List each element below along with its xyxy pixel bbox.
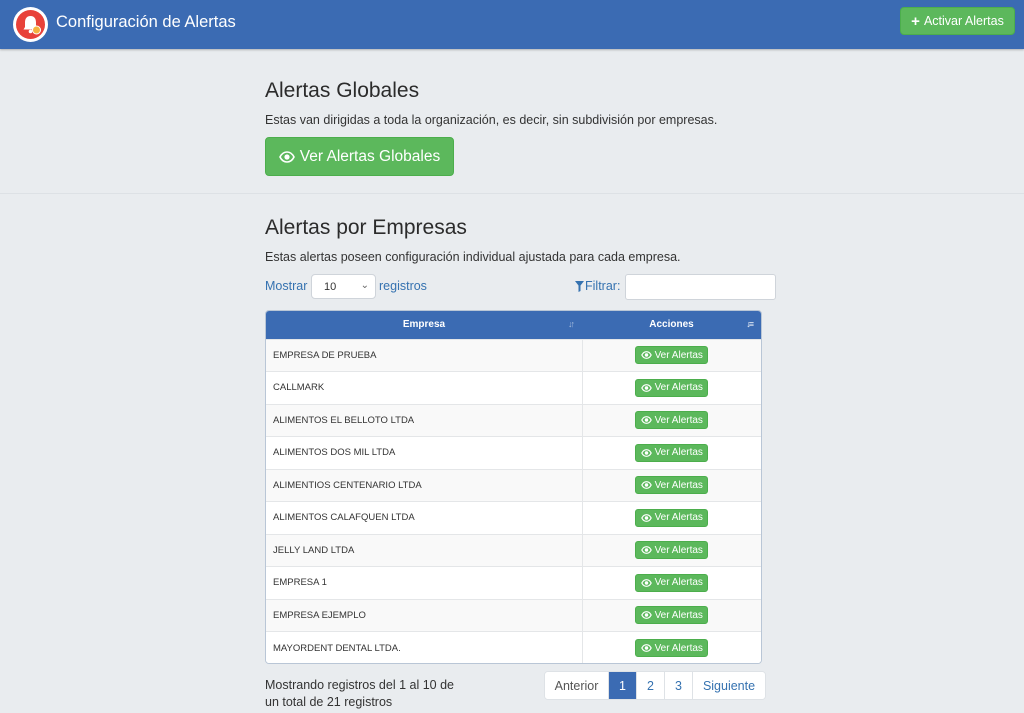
view-global-alerts-button[interactable]: Ver Alertas Globales xyxy=(265,137,454,176)
eye-icon xyxy=(640,383,652,392)
view-alerts-button[interactable]: Ver Alertas xyxy=(635,378,709,397)
sort-desc-icon: ↓≡ xyxy=(746,319,754,329)
eye-icon xyxy=(640,546,652,555)
page-length-select[interactable]: 10 ⌄ xyxy=(311,274,376,299)
app-logo xyxy=(13,7,48,42)
eye-icon xyxy=(640,351,652,360)
pagination-page-1[interactable]: 1 xyxy=(608,672,636,699)
actions-cell: Ver Alertas xyxy=(582,566,761,599)
company-name-cell: EMPRESA EJEMPLO xyxy=(266,598,583,632)
table-row: ALIMENTOS CALAFQUEN LTDA Ver Alertas xyxy=(266,501,761,534)
global-alerts-heading: Alertas Globales xyxy=(265,79,420,102)
section-divider xyxy=(0,193,1024,194)
pagination-page-2[interactable]: 2 xyxy=(636,672,664,699)
filter-input[interactable] xyxy=(625,274,776,300)
eye-icon xyxy=(640,416,652,425)
table-row: ALIMENTIOS CENTENARIO LTDA Ver Alertas xyxy=(266,468,761,502)
view-alerts-button[interactable]: Ver Alertas xyxy=(635,508,709,527)
table-row: ALIMENTOS EL BELLOTO LTDA Ver Alertas xyxy=(266,403,761,437)
view-alerts-button[interactable]: Ver Alertas xyxy=(635,411,709,430)
filter-label-text: Filtrar: xyxy=(585,279,621,293)
eye-icon xyxy=(640,578,652,587)
eye-icon xyxy=(640,644,652,652)
eye-icon xyxy=(278,150,295,163)
view-alerts-label: Ver Alertas xyxy=(654,512,703,524)
view-alerts-button[interactable]: Ver Alertas xyxy=(635,476,709,495)
company-name-cell: EMPRESA 1 xyxy=(266,566,583,599)
view-alerts-label: Ver Alertas xyxy=(654,577,703,589)
view-alerts-label: Ver Alertas xyxy=(654,609,703,621)
length-suffix-label: registros xyxy=(379,279,427,293)
actions-cell: Ver Alertas xyxy=(582,403,761,437)
activate-alerts-button[interactable]: + Activar Alertas xyxy=(900,7,1015,35)
view-alerts-button[interactable]: Ver Alertas xyxy=(635,639,709,657)
view-alerts-label: Ver Alertas xyxy=(654,544,703,556)
bell-icon xyxy=(23,16,41,35)
actions-cell: Ver Alertas xyxy=(582,468,761,502)
eye-icon xyxy=(640,481,652,490)
column-header-actions[interactable]: Acciones ↓≡ xyxy=(582,311,761,339)
table-row: EMPRESA EJEMPLO Ver Alertas xyxy=(266,598,761,632)
view-alerts-label: Ver Alertas xyxy=(654,447,703,459)
table-row: MAYORDENT DENTAL LTDA. Ver Alertas xyxy=(266,631,761,663)
view-alerts-label: Ver Alertas xyxy=(654,349,703,361)
column-header-company-label: Empresa xyxy=(402,319,446,331)
view-alerts-label: Ver Alertas xyxy=(654,642,703,654)
company-name-cell: ALIMENTOS CALAFQUEN LTDA xyxy=(266,501,583,534)
column-header-company[interactable]: Empresa ↓↑ xyxy=(266,311,582,339)
company-name-cell: ALIMENTOS EL BELLOTO LTDA xyxy=(266,403,583,437)
view-alerts-label: Ver Alertas xyxy=(654,414,703,426)
pagination-previous[interactable]: Anterior xyxy=(545,672,608,699)
actions-cell: Ver Alertas xyxy=(582,533,761,567)
table-row: EMPRESA DE PRUEBA Ver Alertas xyxy=(266,338,761,372)
activate-alerts-label: Activar Alertas xyxy=(923,14,1004,28)
chevron-down-icon: ⌄ xyxy=(360,280,369,291)
actions-cell: Ver Alertas xyxy=(582,338,761,372)
actions-cell: Ver Alertas xyxy=(582,436,761,469)
company-name-cell: ALIMENTOS DOS MIL LTDA xyxy=(266,436,583,469)
view-global-alerts-label: Ver Alertas Globales xyxy=(299,147,441,165)
companies-table: Empresa ↓↑ Acciones ↓≡ EMPRESA DE PRUEBA… xyxy=(265,310,762,664)
global-alerts-description: Estas van dirigidas a toda la organizaci… xyxy=(265,113,718,127)
view-alerts-button[interactable]: Ver Alertas xyxy=(635,443,709,462)
company-name-cell: MAYORDENT DENTAL LTDA. xyxy=(266,631,583,663)
actions-cell: Ver Alertas xyxy=(582,598,761,632)
view-alerts-button[interactable]: Ver Alertas xyxy=(635,541,709,560)
pagination-page-3[interactable]: 3 xyxy=(664,672,692,699)
plus-icon: + xyxy=(911,12,920,30)
actions-cell: Ver Alertas xyxy=(582,371,761,404)
sort-icon: ↓↑ xyxy=(568,319,575,329)
table-row: JELLY LAND LTDA Ver Alertas xyxy=(266,533,761,567)
pagination: Anterior 1 2 3 Siguiente xyxy=(544,671,766,700)
company-name-cell: CALLMARK xyxy=(266,371,583,404)
filter-label: Filtrar: xyxy=(575,279,620,293)
company-alerts-heading: Alertas por Empresas xyxy=(265,216,467,239)
company-name-cell: ALIMENTIOS CENTENARIO LTDA xyxy=(266,468,583,502)
eye-icon xyxy=(640,448,652,457)
company-alerts-description: Estas alertas poseen configuración indiv… xyxy=(265,250,681,264)
view-alerts-label: Ver Alertas xyxy=(654,479,703,491)
eye-icon xyxy=(640,611,652,620)
top-navbar: Configuración de Alertas + Activar Alert… xyxy=(0,0,1024,49)
table-row: ALIMENTOS DOS MIL LTDA Ver Alertas xyxy=(266,436,761,469)
filter-icon xyxy=(575,280,584,292)
view-alerts-button[interactable]: Ver Alertas xyxy=(635,606,709,625)
view-alerts-button[interactable]: Ver Alertas xyxy=(635,346,709,365)
eye-icon xyxy=(640,513,652,522)
table-info: Mostrando registros del 1 al 10 de un to… xyxy=(265,678,454,709)
page-length-value: 10 xyxy=(324,280,337,293)
company-name-cell: EMPRESA DE PRUEBA xyxy=(266,338,583,372)
actions-cell: Ver Alertas xyxy=(582,631,761,663)
table-row: CALLMARK Ver Alertas xyxy=(266,371,761,404)
column-header-actions-label: Acciones xyxy=(649,319,694,331)
company-name-cell: JELLY LAND LTDA xyxy=(266,533,583,567)
view-alerts-button[interactable]: Ver Alertas xyxy=(635,573,709,592)
actions-cell: Ver Alertas xyxy=(582,501,761,534)
table-header-row: Empresa ↓↑ Acciones ↓≡ xyxy=(266,311,761,339)
app-title: Configuración de Alertas xyxy=(56,13,236,31)
length-prefix-label: Mostrar xyxy=(265,279,308,293)
view-alerts-label: Ver Alertas xyxy=(654,382,703,394)
table-row: EMPRESA 1 Ver Alertas xyxy=(266,566,761,599)
pagination-next[interactable]: Siguiente xyxy=(692,672,765,699)
